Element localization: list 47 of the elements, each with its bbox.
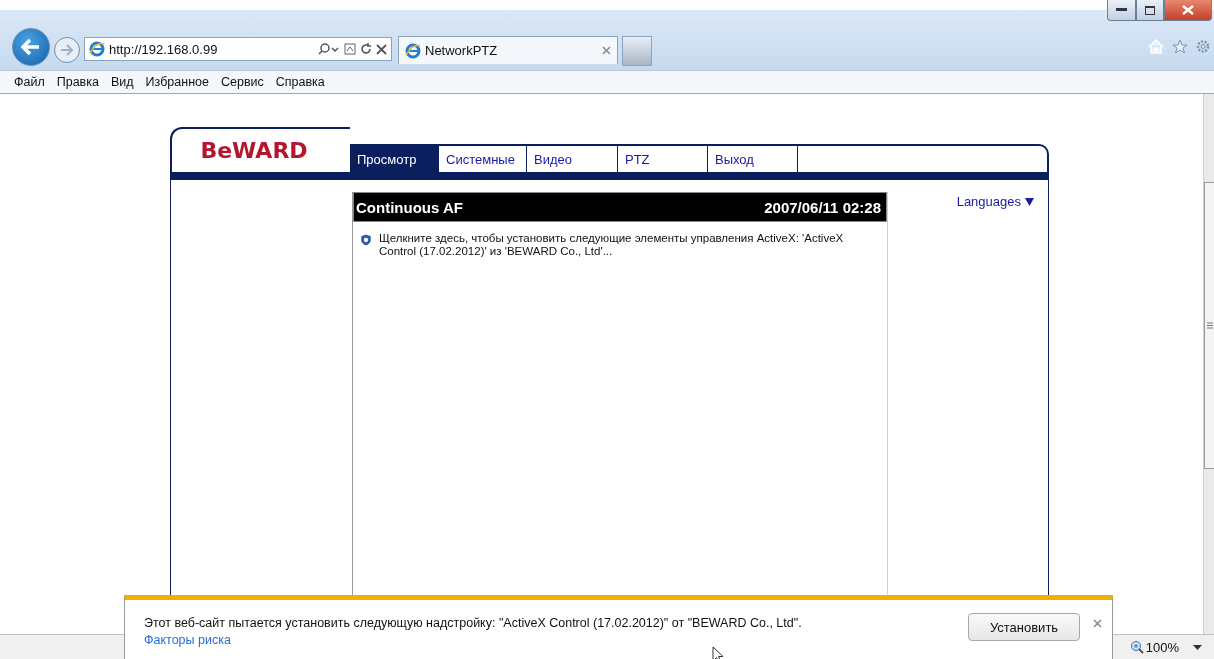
forward-button[interactable] [54, 37, 80, 63]
scrollbar[interactable] [1203, 94, 1214, 634]
search-icon[interactable] [318, 43, 340, 55]
video-timestamp: 2007/06/11 02:28 [764, 198, 881, 216]
browser-logo-icon [405, 42, 421, 59]
minimize-icon[interactable] [1116, 8, 1127, 12]
back-arrow-icon[interactable] [21, 38, 41, 56]
install-button[interactable]: Установить [968, 613, 1080, 641]
menu-item[interactable]: Вид [106, 75, 138, 89]
menu-item[interactable]: Сервис [216, 75, 268, 89]
scroll-thumb[interactable] [1204, 182, 1214, 469]
new-tab-button[interactable] [622, 36, 652, 66]
zoom-control[interactable]: 100% [1129, 639, 1179, 655]
close-button[interactable] [1164, 0, 1212, 21]
browser-tab[interactable]: NetworkPTZ [398, 36, 618, 64]
risk-factors-link[interactable]: Факторы риска [144, 633, 231, 647]
minimize-button[interactable] [1107, 0, 1136, 21]
address-bar[interactable]: http://192.168.0.99 [84, 37, 392, 61]
close-icon[interactable] [602, 46, 611, 55]
menu-item[interactable]: Файл [10, 75, 49, 89]
refresh-icon[interactable] [360, 43, 372, 55]
settings-icon[interactable] [1196, 39, 1210, 54]
brand-logo: BeWARD [200, 138, 308, 163]
nav-tab[interactable]: Выход [708, 144, 798, 172]
menu-item[interactable]: Справка [271, 75, 329, 89]
languages-link[interactable]: Languages [956, 194, 1021, 209]
maximize-button[interactable] [1136, 0, 1164, 21]
video-title: Continuous AF [356, 198, 463, 216]
compatibility-icon[interactable] [344, 43, 356, 55]
menu-item[interactable]: Правка [52, 75, 103, 89]
notification-text: Этот веб-сайт пытается установить следующую надстройку: "ActiveX Control (17.02.2012)" от "BEWARD Co., Ltd". [144, 616, 803, 630]
menu-item[interactable]: Избранное [141, 75, 213, 89]
nav-tab[interactable]: PTZ [618, 144, 708, 172]
close-icon[interactable] [1093, 619, 1102, 628]
back-button[interactable] [12, 28, 50, 66]
zoom-icon [1129, 640, 1144, 654]
close-icon[interactable] [376, 43, 387, 55]
nav-tab[interactable]: Видео [527, 144, 618, 172]
browser-logo-icon [89, 41, 105, 57]
activex-install-message[interactable]: Щелкните здесь, чтобы установить следующие элементы управления ActiveX: 'ActiveX Control (17.02.2012)' из 'BEWARD Co., Ltd'... [379, 232, 879, 258]
maximize-icon[interactable] [1145, 5, 1155, 15]
shield-icon [361, 232, 371, 248]
nav-tab[interactable]: Системные [439, 144, 527, 172]
caret-icon[interactable] [1025, 198, 1034, 206]
dropdown-icon[interactable] [1193, 644, 1202, 650]
star-icon[interactable] [1172, 39, 1188, 54]
nav-tab[interactable]: Просмотр [350, 144, 439, 172]
